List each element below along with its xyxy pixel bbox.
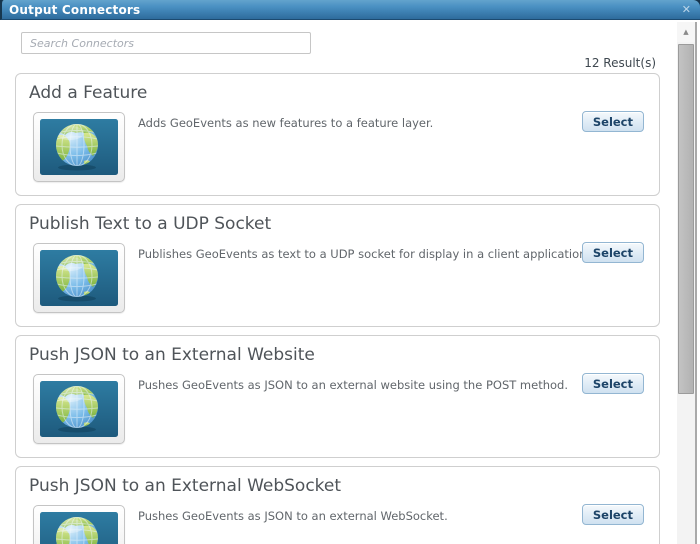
- search-input[interactable]: [21, 32, 311, 54]
- connector-thumbnail: [33, 243, 125, 313]
- connector-card: Push JSON to an External WebSocket Pushe…: [15, 466, 660, 544]
- dialog-content: 12 Result(s) Add a Feature: [0, 20, 700, 544]
- globe-icon: [40, 381, 118, 437]
- connector-description: Adds GeoEvents as new features to a feat…: [138, 116, 434, 130]
- select-button[interactable]: Select: [581, 242, 644, 263]
- results-count: 12 Result(s): [584, 56, 656, 70]
- up-arrow-icon: ▲: [683, 28, 689, 36]
- connector-thumbnail: [33, 374, 125, 444]
- connector-description: Publishes GeoEvents as text to a UDP soc…: [138, 247, 591, 261]
- scrollbar-thumb[interactable]: [678, 44, 694, 394]
- connector-title: Push JSON to an External Website: [29, 345, 315, 365]
- select-button[interactable]: Select: [581, 373, 644, 394]
- scroll-up-button[interactable]: ▲: [677, 22, 695, 42]
- globe-icon: [40, 119, 118, 175]
- connector-title: Add a Feature: [29, 83, 148, 103]
- connector-title: Push JSON to an External WebSocket: [29, 476, 342, 496]
- select-button[interactable]: Select: [581, 504, 644, 525]
- globe-icon: [40, 250, 118, 306]
- connector-card: Publish Text to a UDP Socket Publishes G…: [15, 204, 660, 327]
- connector-card: Push JSON to an External Website Pushes …: [15, 335, 660, 458]
- vertical-scrollbar[interactable]: ▲: [677, 22, 697, 544]
- connector-card: Add a Feature Adds GeoEvents as new feat…: [15, 73, 660, 196]
- dialog-titlebar: Output Connectors ✕: [0, 0, 700, 20]
- connector-title: Publish Text to a UDP Socket: [29, 214, 272, 234]
- connector-thumbnail: [33, 112, 125, 182]
- close-icon[interactable]: ✕: [682, 3, 691, 16]
- connector-description: Pushes GeoEvents as JSON to an external …: [138, 509, 448, 523]
- connector-description: Pushes GeoEvents as JSON to an external …: [138, 378, 568, 392]
- connector-thumbnail: [33, 505, 125, 544]
- dialog-title: Output Connectors: [9, 3, 141, 17]
- output-connectors-dialog: Output Connectors ✕ 12 Result(s) Add a F…: [0, 0, 700, 544]
- connector-list: Add a Feature Adds GeoEvents as new feat…: [15, 73, 660, 544]
- globe-icon: [40, 512, 118, 544]
- select-button[interactable]: Select: [581, 111, 644, 132]
